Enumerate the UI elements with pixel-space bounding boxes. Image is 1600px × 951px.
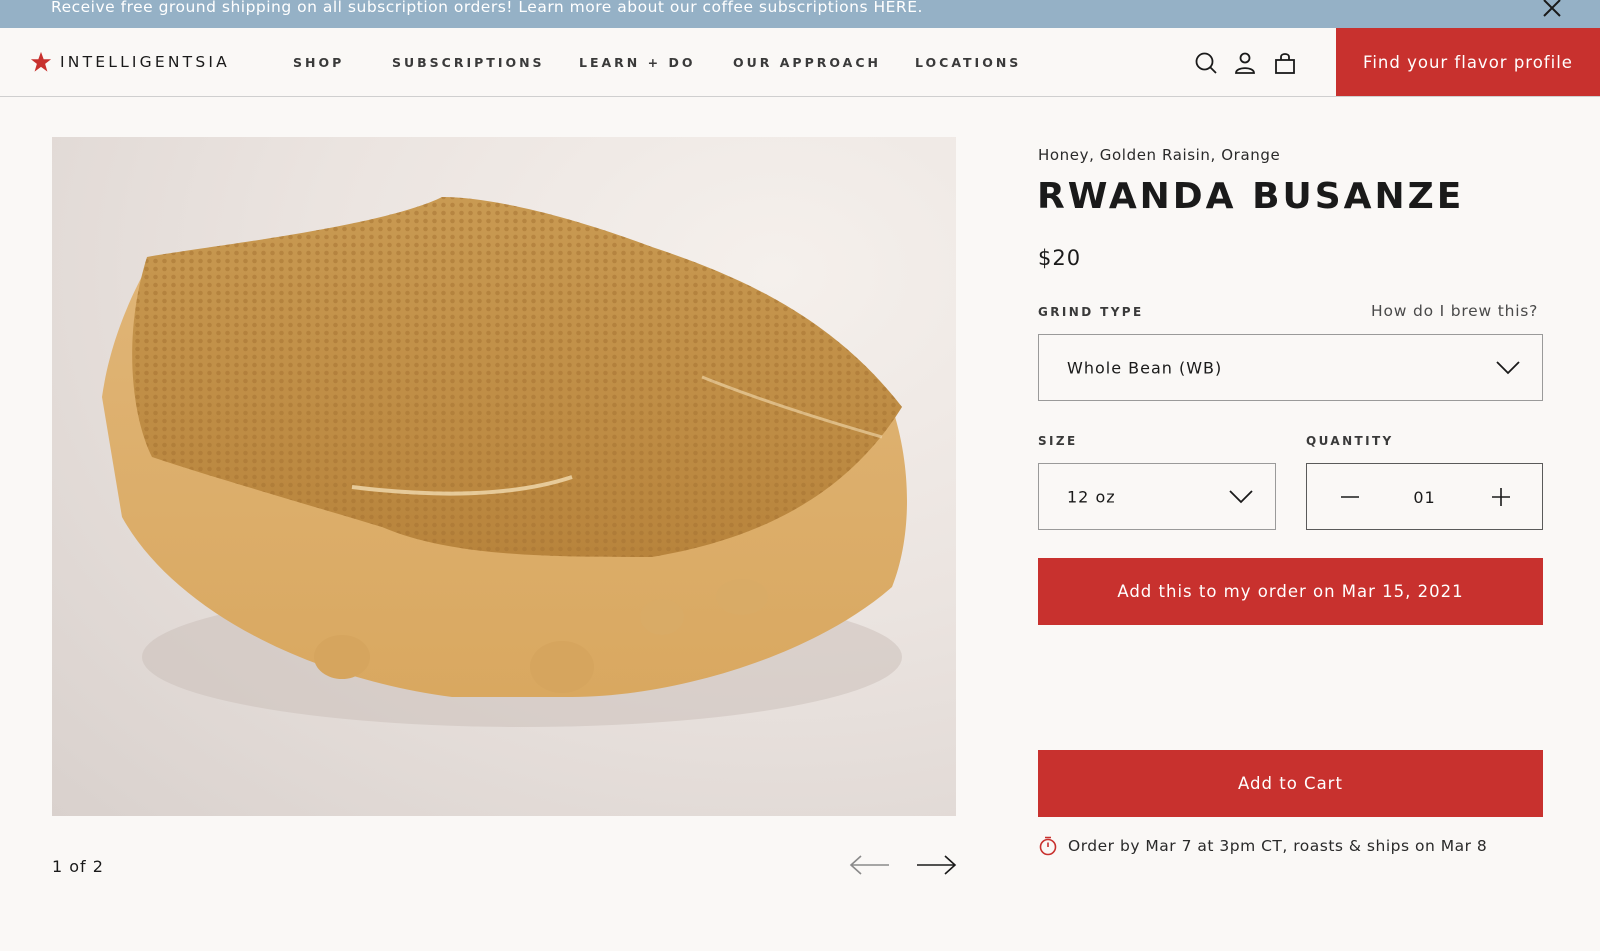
announcement-text[interactable]: Receive free ground shipping on all subs… [51,0,923,16]
shipping-note-text: Order by Mar 7 at 3pm CT, roasts & ships… [1068,837,1488,855]
timer-icon [1039,836,1057,856]
grind-type-value: Whole Bean (WB) [1067,358,1223,377]
account-icon[interactable] [1233,51,1257,75]
tasting-notes: Honey, Golden Raisin, Orange [1038,146,1281,164]
product-image[interactable] [52,137,956,816]
quantity-stepper: 01 [1306,463,1543,530]
add-to-subscription-button[interactable]: Add this to my order on Mar 15, 2021 [1038,558,1543,625]
grind-type-label: GRIND TYPE [1038,305,1144,319]
find-flavor-profile-button[interactable]: Find your flavor profile [1336,28,1600,96]
nav-our-approach[interactable]: OUR APPROACH [733,55,881,70]
plus-icon[interactable] [1490,486,1512,508]
star-logo-icon [30,51,52,72]
size-select[interactable]: 12 oz [1038,463,1276,530]
honeycomb-image [102,197,907,727]
nav-locations[interactable]: LOCATIONS [915,55,1021,70]
quantity-label: QUANTITY [1306,434,1394,448]
gallery-counter: 1 of 2 [52,857,104,876]
chevron-down-icon [1496,360,1520,374]
size-label: SIZE [1038,434,1078,448]
logo-text: INTELLIGENTSIA [60,53,230,71]
grind-type-select[interactable]: Whole Bean (WB) [1038,334,1543,401]
announcement-bar: Receive free ground shipping on all subs… [0,0,1600,28]
add-to-cart-button[interactable]: Add to Cart [1038,750,1543,817]
close-icon[interactable] [1540,0,1564,20]
nav-shop[interactable]: SHOP [293,55,344,70]
brew-guide-link[interactable]: How do I brew this? [1371,302,1538,320]
nav-subscriptions[interactable]: SUBSCRIPTIONS [392,55,545,70]
logo[interactable]: INTELLIGENTSIA [30,50,230,74]
nav-learn-do[interactable]: LEARN + DO [579,55,695,70]
site-header: INTELLIGENTSIA SHOP SUBSCRIPTIONS LEARN … [0,28,1600,97]
search-icon[interactable] [1194,51,1218,75]
shipping-note: Order by Mar 7 at 3pm CT, roasts & ships… [1038,835,1487,857]
size-value: 12 oz [1067,487,1116,506]
cart-icon[interactable] [1273,51,1297,75]
product-price: $20 [1038,246,1082,270]
arrow-left-icon[interactable] [849,853,891,877]
arrow-right-icon[interactable] [915,853,957,877]
product-title: RWANDA BUSANZE [1037,176,1465,217]
chevron-down-icon [1229,489,1253,503]
